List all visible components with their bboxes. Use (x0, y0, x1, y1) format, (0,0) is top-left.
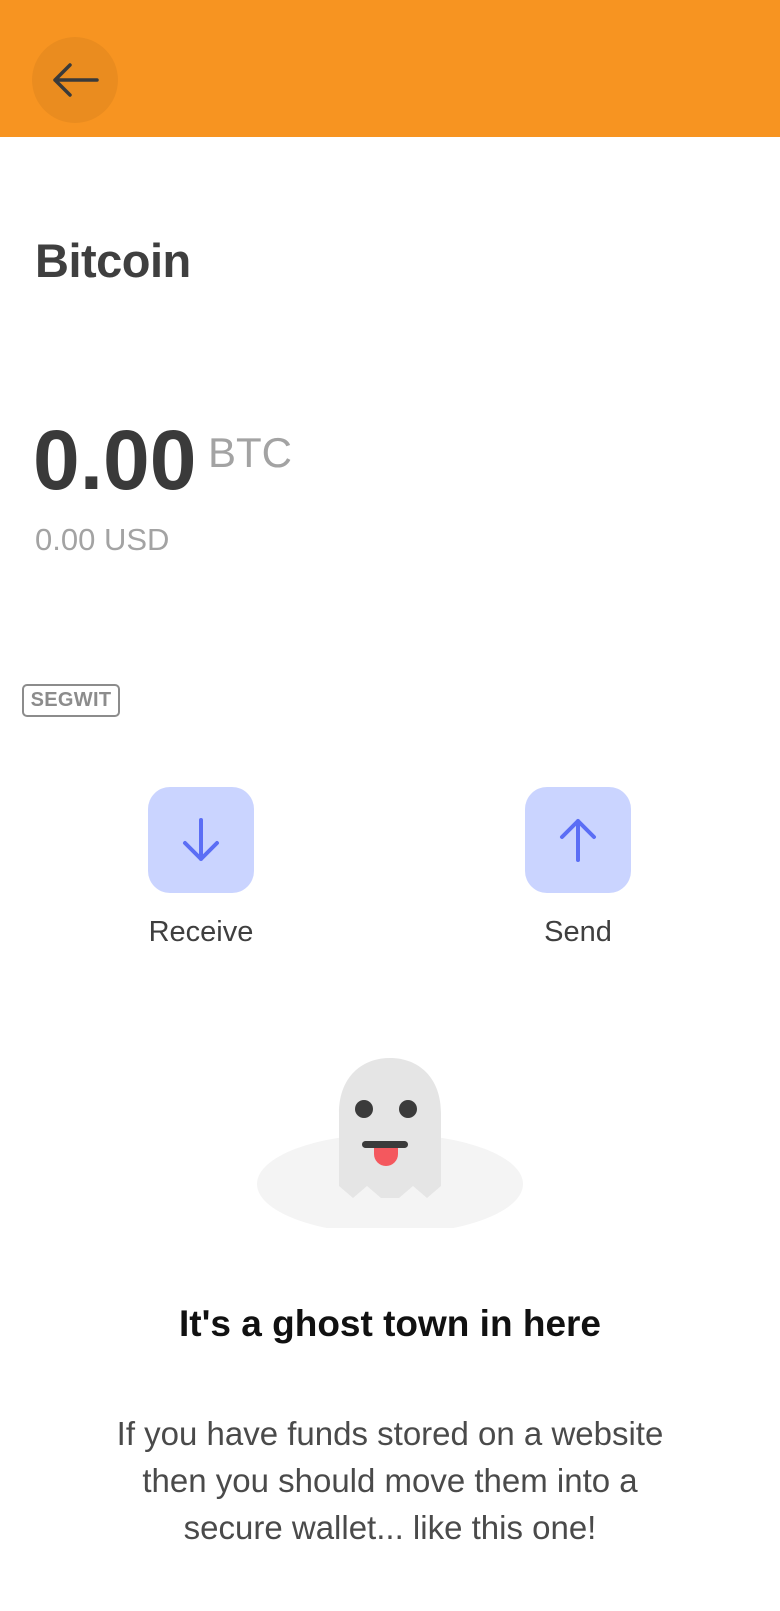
wallet-screen: Bitcoin 0.00 BTC 0.00 USD SEGWIT Receive… (0, 0, 780, 1611)
receive-label: Receive (148, 916, 254, 948)
receive-button[interactable]: Receive (121, 787, 281, 950)
ghost-illustration (257, 1058, 523, 1228)
segwit-badge: SEGWIT (22, 684, 120, 717)
receive-icon-tile[interactable] (148, 787, 254, 893)
arrow-left-icon (53, 63, 99, 97)
fiat-balance: 0.00 USD (35, 522, 170, 557)
send-label: Send (544, 916, 612, 948)
balance-unit: BTC (208, 429, 292, 476)
empty-state-title: It's a ghost town in here (179, 1303, 601, 1344)
send-button[interactable]: Send (498, 787, 658, 950)
asset-title: Bitcoin (35, 234, 191, 287)
back-button[interactable] (32, 37, 118, 123)
send-icon-tile[interactable] (525, 787, 631, 893)
empty-state-message: If you have funds stored on a website th… (116, 1415, 664, 1546)
balance-amount: 0.00 (33, 413, 197, 507)
arrow-up-icon (560, 819, 596, 862)
arrow-down-icon (183, 818, 219, 861)
top-app-bar (0, 0, 780, 137)
